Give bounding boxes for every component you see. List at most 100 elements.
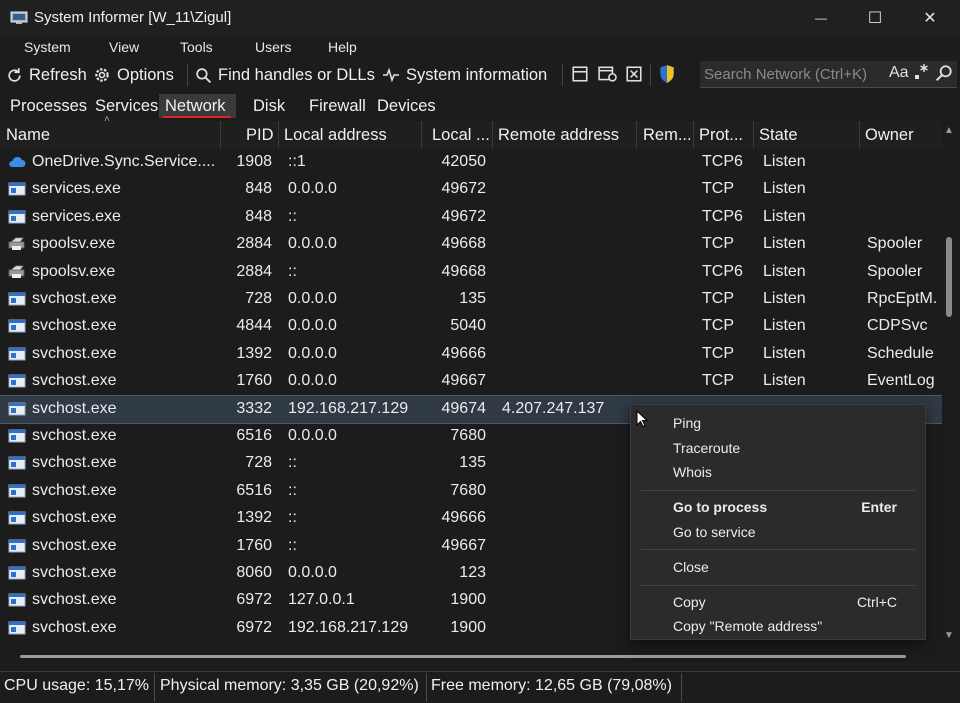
column-name[interactable]: Name xyxy=(6,126,50,145)
system-information-button[interactable]: System information xyxy=(382,63,547,87)
app-icon xyxy=(8,566,26,585)
tab-processes[interactable]: Processes xyxy=(10,97,87,116)
column-pid[interactable]: PID xyxy=(246,126,274,145)
column-protocol[interactable]: Prot... xyxy=(699,126,743,145)
local-address-cell: 0.0.0.0 xyxy=(288,564,337,581)
process-name: svchost.exe xyxy=(32,509,117,527)
table-row[interactable]: svchost.exe 4844 0.0.0.0 5040 TCP Listen CDPSv… xyxy=(0,313,942,340)
window-icon-button[interactable] xyxy=(571,65,589,88)
local-port-cell: 7680 xyxy=(450,427,486,444)
minimize-button[interactable]: — xyxy=(794,0,848,36)
column-state[interactable]: State xyxy=(759,126,798,145)
menu-item-traceroute[interactable]: Traceroute xyxy=(673,440,740,456)
table-row[interactable]: services.exe 848:: 49672 TCP6 Listen xyxy=(0,204,942,231)
table-row[interactable]: svchost.exe 728 0.0.0.0 135 TCP Listen RpcEptM… xyxy=(0,286,942,313)
menu-item-ping[interactable]: Ping xyxy=(673,415,701,431)
column-separator[interactable] xyxy=(220,121,221,148)
owner-cell: RpcEptM. xyxy=(867,290,938,307)
protocol-cell: TCP6 xyxy=(702,207,743,225)
column-separator[interactable] xyxy=(492,121,493,148)
find-handles-button[interactable]: Find handles or DLLs xyxy=(195,63,375,87)
refresh-button[interactable]: Refresh xyxy=(6,63,87,87)
table-row[interactable]: services.exe 848 0.0.0.0 49672 TCP Listen xyxy=(0,176,942,203)
menu-item-whois[interactable]: Whois xyxy=(673,464,712,480)
column-owner[interactable]: Owner xyxy=(865,126,914,145)
window-settings-button[interactable] xyxy=(598,65,618,88)
app-icon xyxy=(8,511,26,530)
column-separator[interactable] xyxy=(636,121,637,148)
menu-item-close[interactable]: Close xyxy=(673,559,709,575)
local-port-cell: 7680 xyxy=(450,481,486,499)
column-local-address[interactable]: Local address xyxy=(284,126,387,145)
app-icon xyxy=(8,182,26,201)
column-separator[interactable] xyxy=(859,121,860,148)
vertical-scrollbar-thumb[interactable] xyxy=(946,237,952,317)
local-address-cell: 0.0.0.0 xyxy=(288,427,337,444)
process-name: svchost.exe xyxy=(32,399,117,417)
menu-item-copy[interactable]: Copy xyxy=(673,594,706,610)
pid-cell: 2884 xyxy=(236,235,272,253)
search-icon xyxy=(935,65,952,82)
tab-network[interactable]: Network xyxy=(165,97,226,116)
menu-system[interactable]: System xyxy=(24,39,71,55)
local-address-cell: :: xyxy=(288,207,297,225)
protocol-cell: TCP xyxy=(702,372,734,390)
process-name: svchost.exe xyxy=(32,591,117,609)
app-icon xyxy=(8,347,26,366)
menu-users[interactable]: Users xyxy=(255,39,292,55)
window-gear-icon xyxy=(598,66,617,82)
system-information-label: System information xyxy=(406,65,548,84)
match-case-toggle[interactable]: Aa xyxy=(889,64,909,82)
column-separator[interactable] xyxy=(421,121,422,148)
status-separator xyxy=(426,673,427,702)
scroll-down-arrow-icon[interactable]: ▼ xyxy=(944,630,954,641)
pid-cell: 6972 xyxy=(236,591,272,609)
horizontal-scrollbar-thumb[interactable] xyxy=(20,655,906,658)
table-row[interactable]: OneDrive.Sync.Service.... 1908::1 42050 TCP… xyxy=(0,149,942,176)
table-row[interactable]: spoolsv.exe 2884 0.0.0.0 49668 TCP Listen Spoo… xyxy=(0,231,942,258)
column-remote-port[interactable]: Rem... xyxy=(643,126,692,145)
menu-help[interactable]: Help xyxy=(328,39,357,55)
pid-cell: 8060 xyxy=(236,564,272,581)
menu-view[interactable]: View xyxy=(109,39,139,55)
pid-cell: 4844 xyxy=(236,317,272,335)
local-address-cell: ::1 xyxy=(288,153,306,170)
column-separator[interactable] xyxy=(278,121,279,148)
search-input[interactable] xyxy=(704,65,884,83)
scroll-up-arrow-icon[interactable]: ▲ xyxy=(944,125,954,136)
options-button[interactable]: Options xyxy=(93,63,174,87)
search-icon xyxy=(196,67,212,83)
menu-tools[interactable]: Tools xyxy=(180,39,213,55)
column-remote-address[interactable]: Remote address xyxy=(498,126,619,145)
tab-firewall[interactable]: Firewall xyxy=(309,97,366,116)
state-cell: Listen xyxy=(763,372,806,390)
menu-item-go-to-service[interactable]: Go to service xyxy=(673,524,755,540)
local-port-cell: 1900 xyxy=(450,591,486,609)
state-cell: Listen xyxy=(763,317,806,335)
protocol-cell: TCP xyxy=(702,290,734,307)
close-window-button[interactable]: ✕ xyxy=(903,0,957,36)
tab-disk[interactable]: Disk xyxy=(253,97,285,116)
table-row[interactable]: svchost.exe 1392 0.0.0.0 49666 TCP Listen Sche… xyxy=(0,341,942,368)
maximize-button[interactable]: ☐ xyxy=(848,0,902,36)
local-port-cell: 135 xyxy=(459,454,486,472)
owner-cell: CDPSvc xyxy=(867,317,928,335)
tab-devices[interactable]: Devices xyxy=(377,97,436,116)
mouse-cursor-icon xyxy=(636,409,649,433)
column-local-port[interactable]: Local ... xyxy=(432,126,490,145)
maximize-icon: ☐ xyxy=(867,10,883,27)
regex-toggle[interactable] xyxy=(913,62,931,87)
menu-item-copy-remote-address[interactable]: Copy "Remote address" xyxy=(673,618,822,634)
state-cell: Listen xyxy=(763,235,806,253)
table-row[interactable]: spoolsv.exe 2884:: 49668 TCP6 Listen Spooler xyxy=(0,259,942,286)
status-separator xyxy=(154,673,155,702)
process-name: spoolsv.exe xyxy=(32,235,116,253)
admin-shield-button[interactable] xyxy=(658,64,676,89)
table-row[interactable]: svchost.exe 1760 0.0.0.0 49667 TCP Listen Even… xyxy=(0,368,942,395)
close-window-tool-button[interactable] xyxy=(625,65,643,88)
active-tab-indicator xyxy=(163,116,231,118)
column-separator[interactable] xyxy=(693,121,694,148)
column-separator[interactable] xyxy=(753,121,754,148)
menu-item-go-to-process[interactable]: Go to process xyxy=(673,499,767,515)
search-submit-button[interactable] xyxy=(935,64,953,87)
